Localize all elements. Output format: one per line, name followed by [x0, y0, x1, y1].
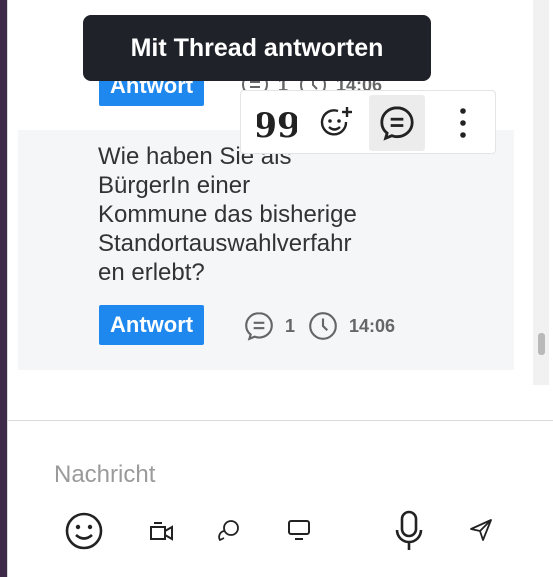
discussion-button[interactable] — [213, 514, 245, 546]
message-meta: 1 14:06 — [243, 310, 395, 342]
screen-share-icon — [288, 520, 310, 540]
more-options-icon — [460, 108, 466, 138]
scrollbar-thumb[interactable] — [538, 333, 545, 355]
quote-button[interactable]: 99 — [249, 95, 305, 151]
microphone-icon — [395, 510, 423, 550]
clock-icon — [309, 312, 337, 340]
reply-in-thread-icon — [380, 106, 414, 141]
emoji-button[interactable] — [62, 509, 106, 553]
video-message-icon — [150, 522, 173, 541]
message-text: Wie haben Sie als BürgerIn einer Kommune… — [98, 142, 448, 287]
add-reaction-button[interactable] — [309, 95, 365, 151]
tooltip: Mit Thread antworten — [83, 15, 431, 81]
add-reaction-icon — [320, 107, 352, 136]
quote-icon: 99 — [257, 107, 297, 139]
microphone-button[interactable] — [391, 508, 427, 554]
message-time: 14:06 — [349, 315, 396, 336]
more-options-button[interactable] — [435, 95, 491, 151]
message-text-line: BürgerIn einer — [98, 172, 251, 199]
scrollbar-track[interactable] — [533, 0, 549, 385]
message-text-line: Standortauswahlverfahr — [98, 230, 352, 257]
video-message-button[interactable] — [146, 516, 178, 548]
message-text-line: en erlebt? — [98, 259, 205, 286]
reply-in-thread-button[interactable] — [369, 95, 425, 151]
composer-divider — [8, 420, 553, 421]
emoji-icon — [65, 512, 103, 550]
answer-badge[interactable]: Antwort — [99, 305, 205, 345]
message-input[interactable] — [54, 457, 474, 493]
message-text-line: Kommune das bisherige — [98, 201, 357, 228]
screen-share-button[interactable] — [283, 514, 315, 546]
sidebar-edge — [0, 0, 7, 577]
divider — [7, 0, 8, 577]
thread-reply-icon[interactable] — [243, 310, 275, 342]
send-icon — [470, 519, 492, 541]
discussion-icon — [218, 520, 239, 542]
reply-count: 1 — [285, 315, 296, 336]
message-action-toolbar: 99 — [240, 90, 496, 154]
svg-text:99: 99 — [257, 107, 297, 139]
send-button[interactable] — [465, 514, 497, 546]
